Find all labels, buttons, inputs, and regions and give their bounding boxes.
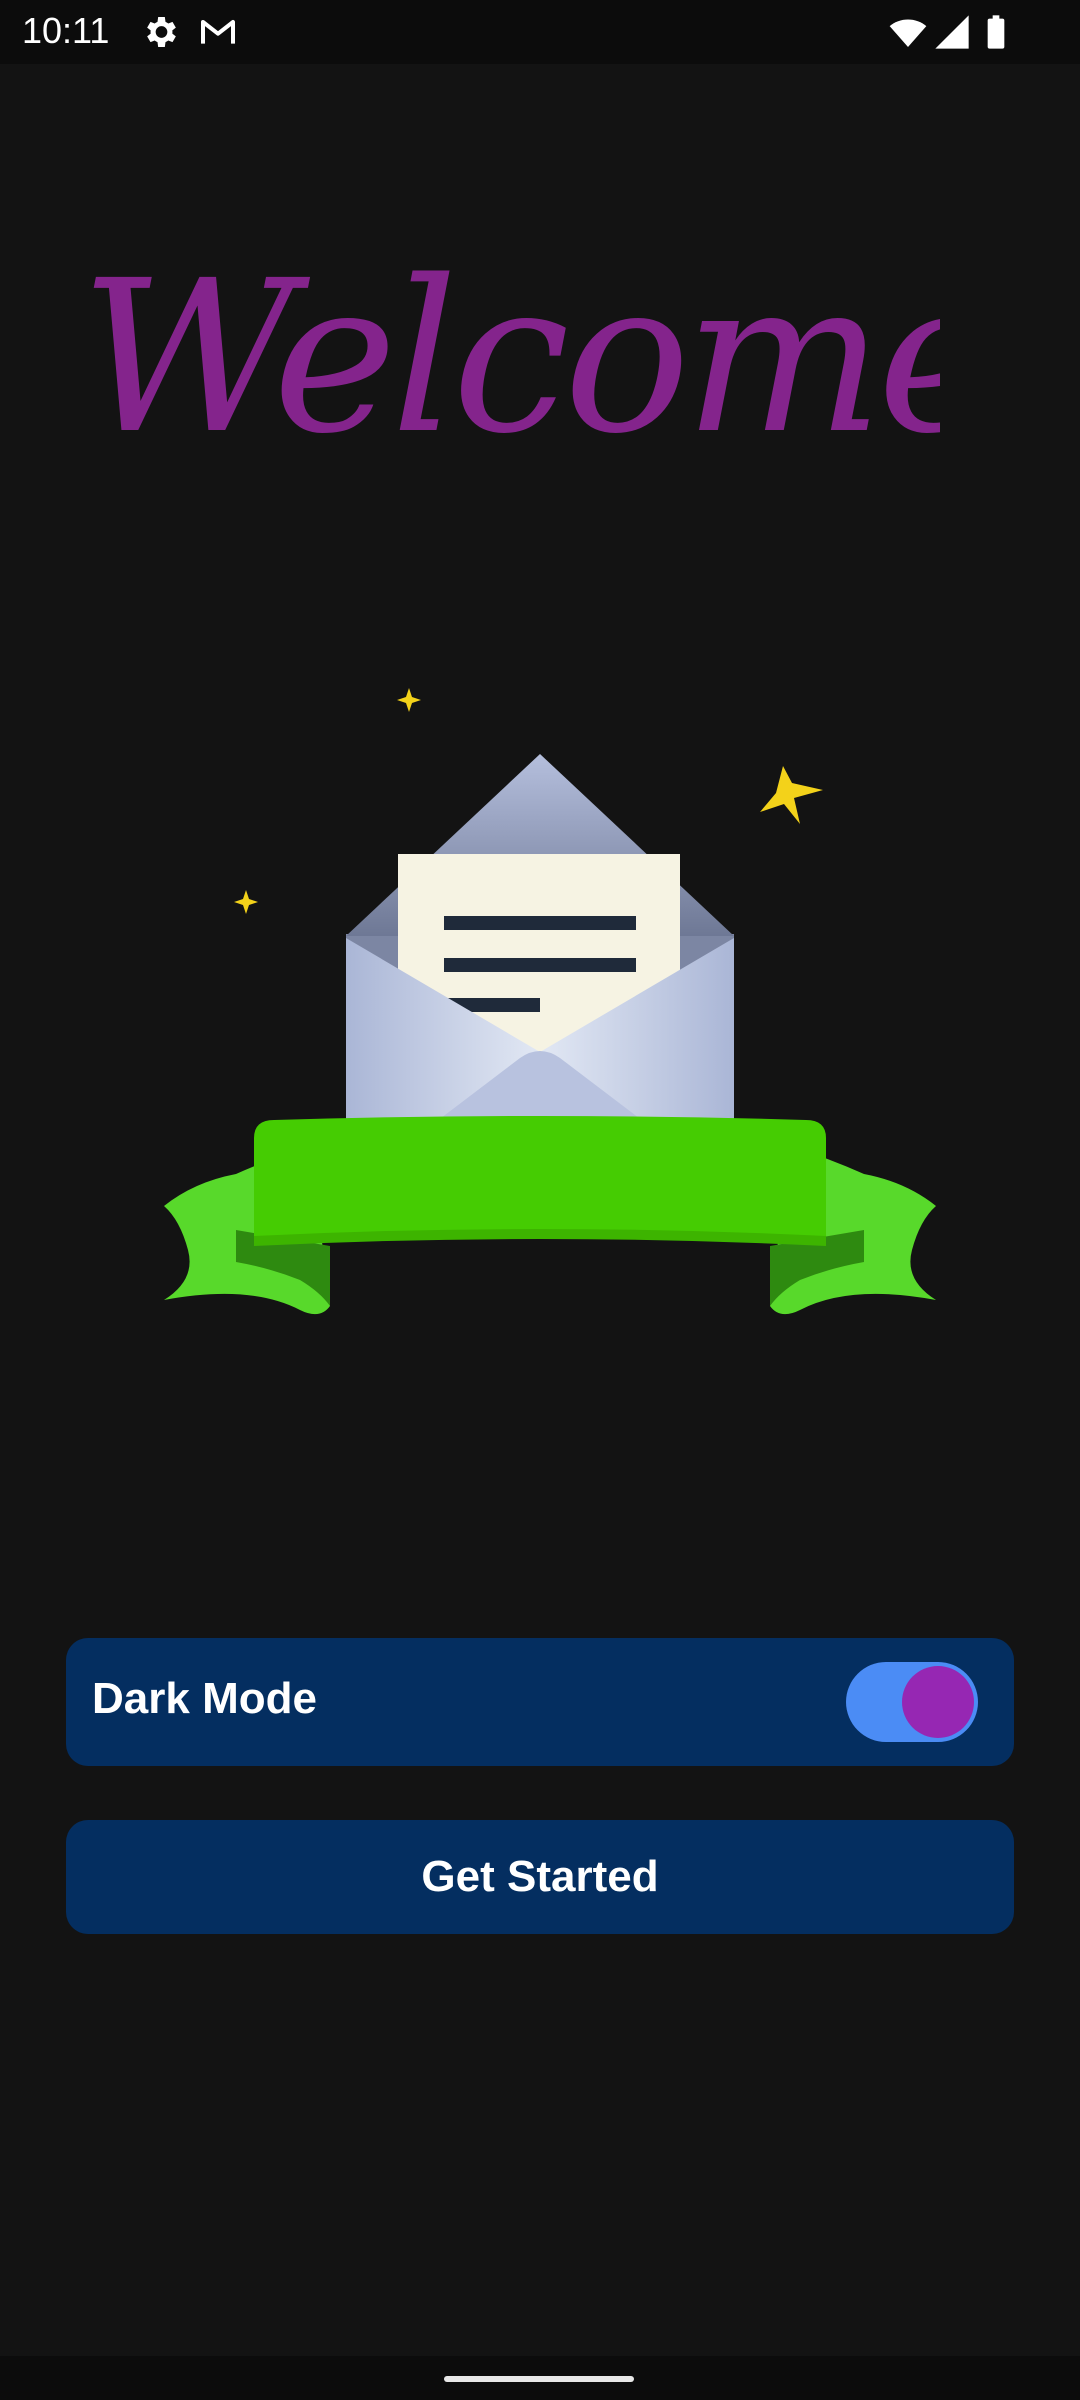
signal-icon xyxy=(935,15,969,49)
welcome-title: Welcome xyxy=(80,240,940,480)
get-started-button[interactable]: Get Started xyxy=(66,1820,1014,1934)
welcome-text: Welcome xyxy=(80,240,940,480)
dark-mode-card: Dark Mode xyxy=(66,1638,1014,1766)
status-bar: 10:11 xyxy=(0,0,1080,64)
battery-icon xyxy=(987,15,1005,49)
home-gesture-handle[interactable] xyxy=(444,2376,634,2382)
settings-icon xyxy=(147,17,176,47)
get-started-label: Get Started xyxy=(421,1852,659,1901)
star-icon xyxy=(760,766,823,824)
status-time: 10:11 xyxy=(22,10,110,51)
sparkle-icon xyxy=(397,688,421,712)
navigation-bar xyxy=(0,2356,1080,2400)
toggle-knob xyxy=(902,1666,974,1738)
dark-mode-toggle[interactable] xyxy=(846,1662,978,1742)
dark-mode-label: Dark Mode xyxy=(92,1674,317,1723)
envelope-illustration xyxy=(164,688,936,1315)
gmail-icon xyxy=(201,20,235,44)
sparkle-icon xyxy=(234,890,258,914)
wifi-icon xyxy=(889,19,927,47)
